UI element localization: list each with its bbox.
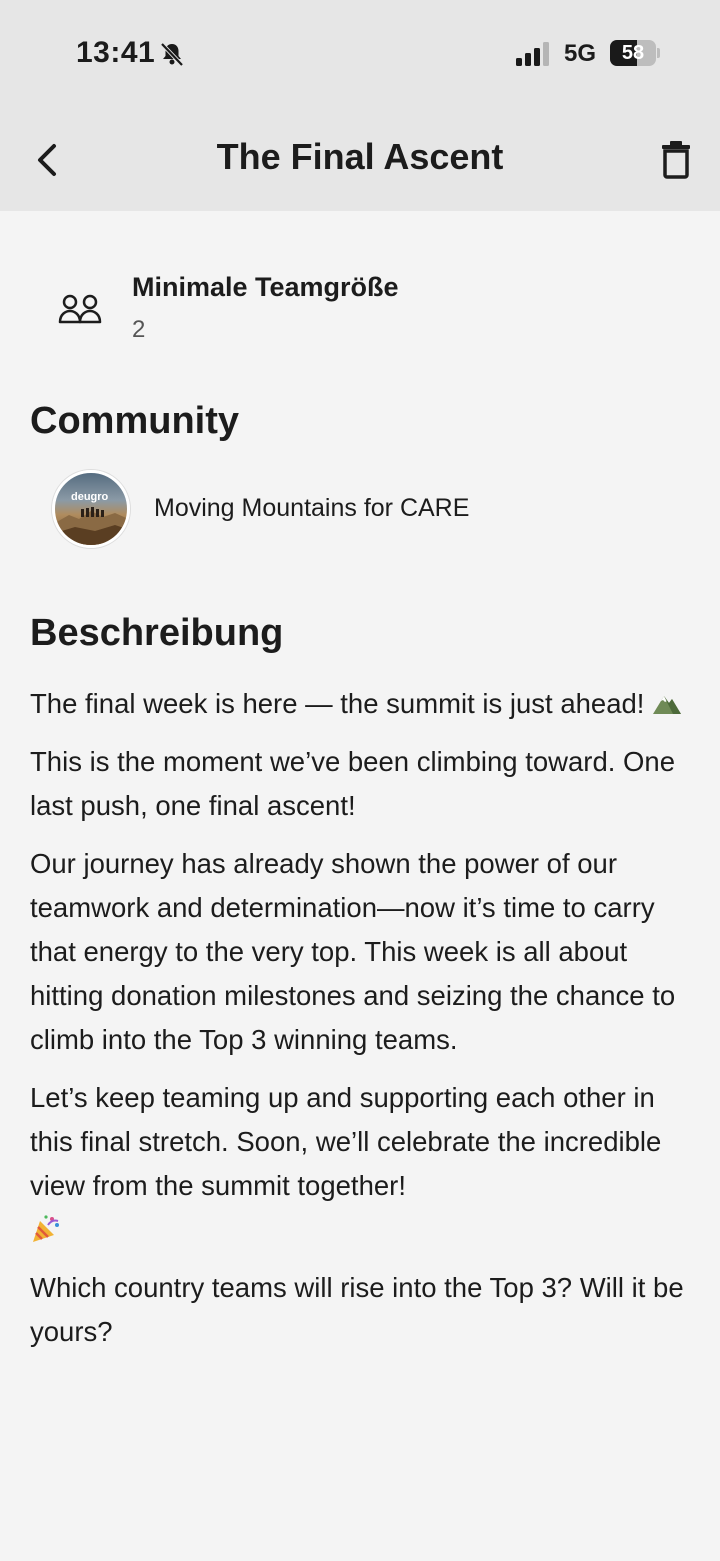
party-popper-emoji-icon: [33, 1215, 59, 1242]
status-time: 13:41: [76, 36, 156, 69]
description-heading: Beschreibung: [30, 612, 284, 654]
description-paragraph: Let’s keep teaming up and supporting eac…: [30, 1076, 690, 1252]
page-title: The Final Ascent: [216, 136, 504, 177]
battery-icon: 58: [610, 40, 656, 66]
description-text-1: The final week is here — the summit is j…: [30, 688, 645, 719]
signal-icon: [516, 42, 549, 66]
community-name[interactable]: Moving Mountains for CARE: [154, 494, 469, 523]
community-avatar[interactable]: deugro: [52, 470, 130, 548]
battery-level: 58: [621, 42, 645, 64]
group-icon: [58, 294, 102, 324]
mountain-photo: [55, 507, 127, 545]
team-size-value: 2: [132, 316, 146, 343]
community-heading: Community: [30, 400, 239, 442]
team-size-label: Minimale Teamgröße: [132, 272, 399, 302]
min-team-size: Minimale Teamgröße 2: [56, 270, 676, 350]
description-paragraph: This is the moment we’ve been climbing t…: [30, 746, 676, 821]
bell-muted-icon: [160, 42, 184, 67]
battery-tip: [657, 48, 660, 58]
mountain-emoji-icon: [653, 696, 682, 714]
description-body: The final week is here — the summit is j…: [30, 682, 690, 1368]
community-link[interactable]: deugro Moving Mountains for CARE: [52, 470, 692, 550]
trash-icon[interactable]: [656, 140, 696, 180]
description-text-4: Let’s keep teaming up and supporting eac…: [30, 1082, 662, 1201]
network-type: 5G: [564, 40, 597, 67]
description-paragraph: Which country teams will rise into the T…: [30, 1272, 684, 1347]
nav-bar: The Final Ascent: [0, 110, 720, 211]
status-bar: 13:41 5G 58: [0, 0, 720, 110]
description-paragraph: Our journey has already shown the power …: [30, 848, 676, 1055]
avatar-logo: deugro: [71, 491, 109, 503]
description-paragraph: The final week is here — the summit is j…: [30, 682, 690, 726]
